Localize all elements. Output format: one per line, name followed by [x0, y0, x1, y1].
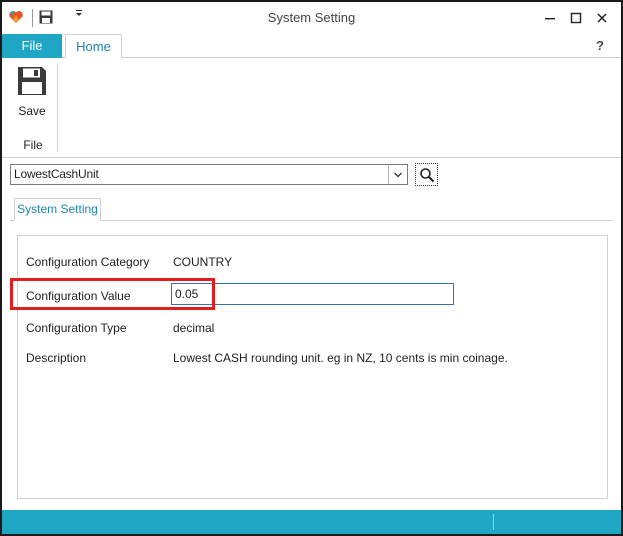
- minimize-icon[interactable]: [540, 8, 560, 28]
- ribbon-tab-strip: File Home ?: [2, 34, 621, 59]
- description-label: Description: [26, 351, 87, 365]
- ribbon-panel: Save File: [2, 58, 621, 158]
- status-bar: [2, 510, 621, 534]
- setting-selector[interactable]: LowestCashUnit: [10, 164, 408, 185]
- tab-system-setting[interactable]: System Setting: [14, 198, 101, 221]
- setting-selector-value: LowestCashUnit: [14, 167, 99, 181]
- status-bar-separator: [493, 514, 494, 530]
- ribbon-group-label: File: [23, 138, 43, 152]
- ribbon-group-separator: [57, 64, 58, 152]
- floppy-disk-icon: [18, 67, 46, 95]
- type-label: Configuration Type: [26, 321, 127, 335]
- help-icon[interactable]: ?: [596, 38, 604, 53]
- highlight-annotation: [10, 278, 215, 310]
- search-button[interactable]: [415, 163, 438, 186]
- tab-file[interactable]: File: [2, 34, 62, 58]
- maximize-icon[interactable]: [566, 8, 586, 28]
- close-icon[interactable]: [592, 8, 612, 28]
- search-icon: [419, 167, 434, 182]
- window-title: System Setting: [267, 10, 356, 25]
- title-bar: System Setting: [2, 2, 621, 34]
- category-label: Configuration Category: [26, 255, 150, 269]
- settings-panel: Configuration Category COUNTRY Configura…: [17, 235, 608, 499]
- tab-home[interactable]: Home: [65, 34, 122, 59]
- save-button[interactable]: Save: [10, 64, 54, 122]
- app-window: System Setting File Home ? Save File Low…: [0, 0, 623, 536]
- save-button-label: Save: [18, 104, 46, 118]
- type-value: decimal: [173, 321, 215, 335]
- chevron-down-icon[interactable]: [388, 165, 407, 184]
- description-value: Lowest CASH rounding unit. eg in NZ, 10 …: [173, 351, 508, 365]
- category-value: COUNTRY: [173, 255, 233, 269]
